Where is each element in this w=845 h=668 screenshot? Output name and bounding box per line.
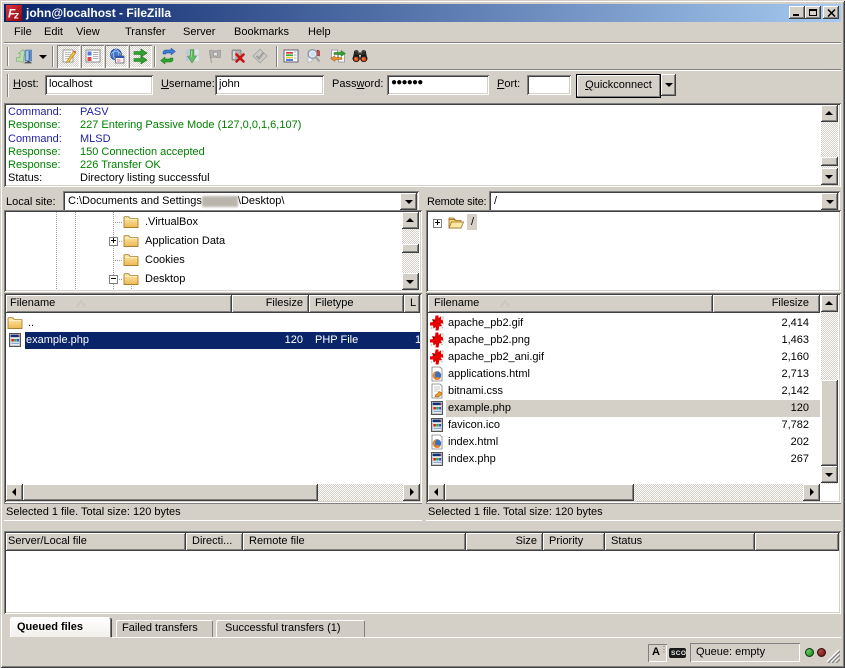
svg-text:z: z bbox=[13, 11, 19, 22]
